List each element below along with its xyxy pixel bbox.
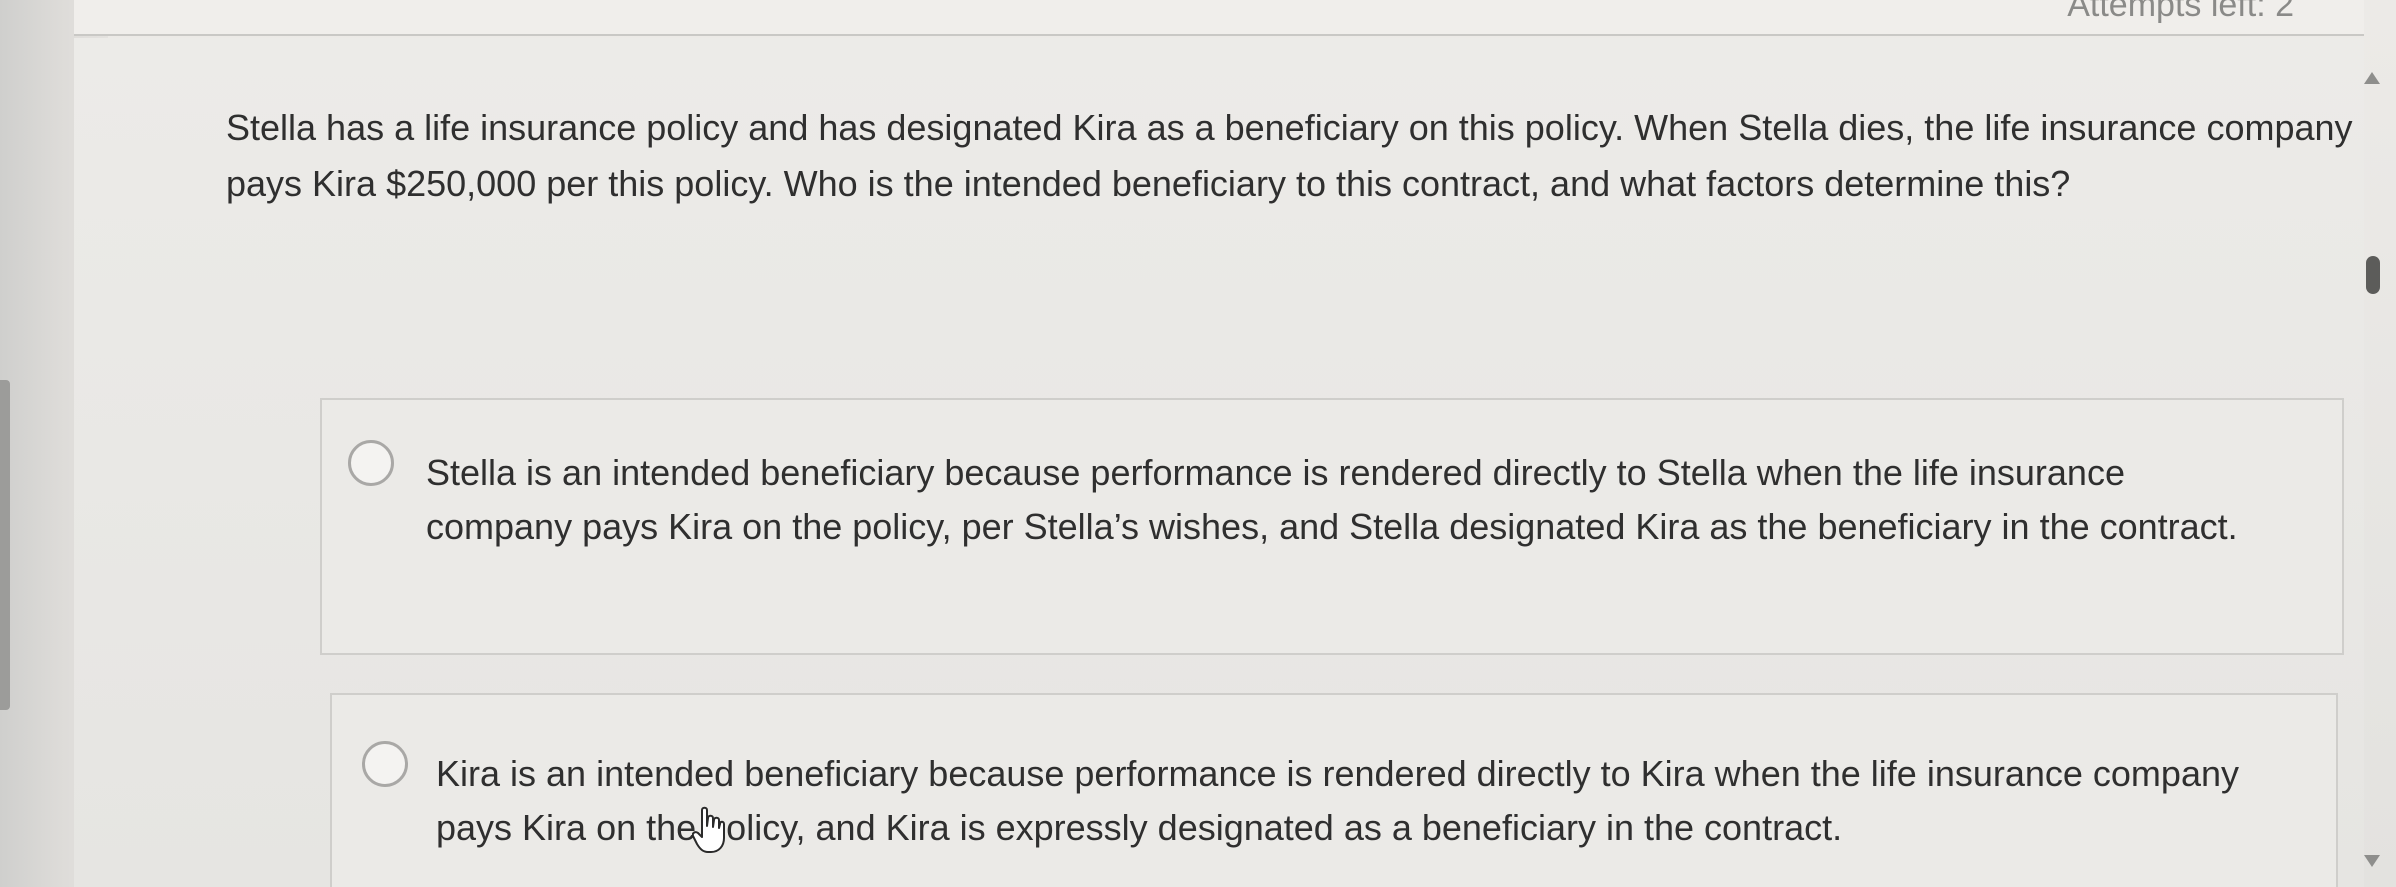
scrollbar-thumb[interactable] xyxy=(2366,256,2380,294)
top-bar: Attempts left: 2 xyxy=(74,0,2364,36)
triangle-down-icon[interactable] xyxy=(2364,855,2380,867)
vertical-scrollbar[interactable] xyxy=(2350,60,2396,887)
answer-option-2[interactable]: Kira is an intended beneficiary because … xyxy=(330,693,2338,887)
question-panel: Stella has a life insurance policy and h… xyxy=(74,38,2364,887)
triangle-up-icon[interactable] xyxy=(2364,72,2380,84)
answer-option-1-text: Stella is an intended beneficiary becaus… xyxy=(426,452,2238,547)
radio-unselected-icon[interactable] xyxy=(362,741,408,787)
radio-unselected-icon[interactable] xyxy=(348,440,394,486)
screen: Attempts left: 2 Stella has a life insur… xyxy=(0,0,2396,887)
attempts-left-label: Attempts left: 2 xyxy=(2067,0,2294,24)
left-edge-strip xyxy=(0,380,10,710)
answer-option-1[interactable]: Stella is an intended beneficiary becaus… xyxy=(320,398,2344,655)
question-text: Stella has a life insurance policy and h… xyxy=(226,107,2353,204)
hand-pointer-cursor-icon xyxy=(692,806,725,853)
